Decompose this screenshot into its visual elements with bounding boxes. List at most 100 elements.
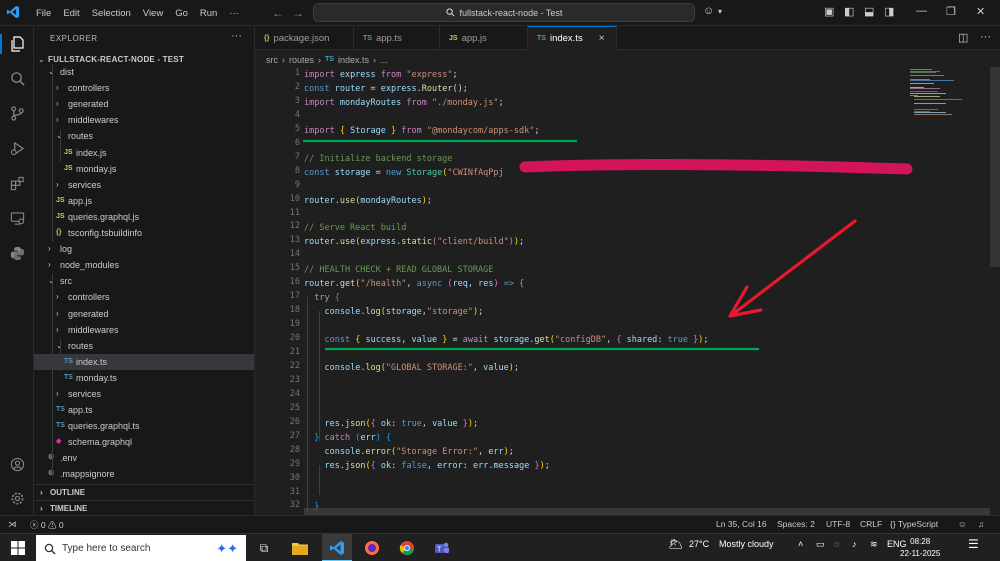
chrome-icon[interactable]	[397, 538, 417, 558]
breadcrumb-src[interactable]: src	[266, 55, 278, 65]
network-icon[interactable]: ◌	[834, 539, 839, 549]
breadcrumb-file[interactable]: index.ts	[338, 55, 369, 65]
tree-item[interactable]: TS monday.ts	[34, 370, 254, 386]
task-view-icon[interactable]: ⧉	[254, 538, 274, 558]
explorer-icon[interactable]	[0, 34, 34, 54]
code-line[interactable]: // Serve React build	[304, 221, 406, 235]
tab-package-json[interactable]: {} package.json	[255, 26, 354, 50]
toggle-panel-icon[interactable]: ⬓	[864, 5, 874, 18]
outline-section[interactable]: › OUTLINE	[34, 484, 254, 500]
tree-item[interactable]: ⌄src	[34, 273, 254, 289]
timeline-section[interactable]: › TIMELINE	[34, 500, 254, 515]
notification-center-icon[interactable]: ☰	[968, 537, 979, 551]
tab-app-ts[interactable]: TS app.ts	[354, 26, 440, 50]
tree-item[interactable]: ⚙.mappsignore	[34, 466, 254, 482]
file-explorer-icon[interactable]	[290, 538, 310, 558]
menu-run[interactable]: Run	[194, 8, 223, 19]
remote-explorer-icon[interactable]	[7, 208, 27, 228]
weather-temperature[interactable]: 27°C	[689, 539, 709, 549]
menu-more[interactable]: ···	[223, 8, 245, 19]
battery-icon[interactable]: ▭	[816, 539, 825, 550]
code-line[interactable]: router.use(mondayRoutes);	[304, 194, 432, 208]
menu-go[interactable]: Go	[169, 8, 194, 19]
minimap[interactable]	[910, 67, 990, 515]
code-line[interactable]: const router = express.Router();	[304, 82, 468, 96]
tree-item[interactable]: › services	[34, 177, 254, 193]
problems-indicator[interactable]: ⓧ 0 ⚠ 0	[30, 519, 64, 531]
split-editor-icon[interactable]: ◫	[958, 31, 968, 44]
vscode-taskbar-icon[interactable]	[327, 538, 347, 558]
tree-item[interactable]: › services	[34, 386, 254, 402]
layout-toggle-icon[interactable]: ▣	[824, 5, 834, 18]
source-control-icon[interactable]	[7, 103, 27, 123]
command-center[interactable]: fullstack-react-node - Test	[313, 3, 695, 22]
code-line[interactable]: router.use(express.static("client/build"…	[304, 235, 524, 249]
indentation[interactable]: Spaces: 2	[777, 519, 815, 529]
code-line[interactable]: console.log("GLOBAL STORAGE:", value);	[304, 361, 519, 375]
windows-start-icon[interactable]	[8, 538, 28, 558]
restore-icon[interactable]: ❐	[946, 5, 956, 18]
volume-icon[interactable]: ♪	[852, 539, 857, 549]
menu-view[interactable]: View	[137, 8, 169, 19]
tree-item[interactable]: › middlewares	[34, 112, 254, 128]
explorer-more-icon[interactable]: ···	[231, 30, 242, 42]
breadcrumb-symbol[interactable]: ...	[380, 55, 388, 65]
tab-app-js[interactable]: JS app.js	[440, 26, 528, 50]
toggle-sidebar-icon[interactable]: ◧	[844, 5, 854, 18]
close-icon[interactable]: ✕	[976, 5, 985, 18]
run-debug-icon[interactable]	[7, 138, 27, 158]
tree-item[interactable]: TS app.ts	[34, 402, 254, 418]
tree-item[interactable]: ⌄routes	[34, 338, 254, 354]
line-ending[interactable]: CRLF	[860, 519, 882, 529]
tree-item[interactable]: JS app.js	[34, 193, 254, 209]
code-line[interactable]: res.json({ ok: false, error: err.message…	[304, 459, 549, 473]
language-mode[interactable]: {} TypeScript	[890, 519, 938, 529]
notifications-bell-icon[interactable]: ♫	[978, 519, 984, 529]
code-line[interactable]: console.error("Storage Error:", err);	[304, 445, 513, 459]
breadcrumb-routes[interactable]: routes	[289, 55, 314, 65]
settings-gear-icon[interactable]	[7, 488, 27, 508]
tree-item[interactable]: {} tsconfig.tsbuildinfo	[34, 225, 254, 241]
taskbar-clock[interactable]: 08:28 22-11-2025	[900, 536, 940, 560]
tree-item[interactable]: › middlewares	[34, 322, 254, 338]
tree-item[interactable]: ◈ schema.graphql	[34, 434, 254, 450]
code-line[interactable]: // HEALTH CHECK + READ GLOBAL STORAGE	[304, 263, 493, 277]
taskbar-search-box[interactable]: Type here to search ✦✦	[36, 535, 246, 561]
tree-item[interactable]: › node_modules	[34, 257, 254, 273]
tree-item[interactable]: JS index.js	[34, 145, 254, 161]
code-line[interactable]: const storage = new Storage("CWINfAqPpj	[304, 166, 504, 180]
tree-item[interactable]: JS monday.js	[34, 161, 254, 177]
code-line[interactable]: res.json({ ok: true, value });	[304, 417, 478, 431]
remote-indicator-icon[interactable]: ⋊	[8, 519, 17, 530]
code-line[interactable]: import mondayRoutes from "./monday.js";	[304, 96, 504, 110]
tree-item[interactable]: ⚙.env	[34, 450, 254, 466]
horizontal-scrollbar[interactable]	[304, 508, 990, 515]
tree-item[interactable]: › log	[34, 241, 254, 257]
code-editor[interactable]: 1 2 3 4 5 6 7 8 9 10 11 12 13 14 15 16 17 18 19 20 21 22 23 24 2…	[255, 67, 1000, 515]
python-icon[interactable]	[7, 243, 27, 263]
tree-item[interactable]: ⌄routes	[34, 128, 254, 144]
wifi-icon[interactable]: ≋	[870, 539, 878, 550]
extensions-icon[interactable]	[7, 173, 27, 193]
code-line[interactable]: import { Storage } from "@mondaycom/apps…	[304, 124, 539, 138]
copilot-dropdown-icon[interactable]: ▾	[718, 7, 722, 16]
cursor-position[interactable]: Ln 35, Col 16	[716, 519, 767, 529]
tree-item[interactable]: TS queries.graphql.ts	[34, 418, 254, 434]
search-view-icon[interactable]	[7, 68, 27, 88]
code-line[interactable]: import express from "express";	[304, 68, 458, 82]
close-tab-icon[interactable]: ×	[599, 33, 605, 44]
vertical-scrollbar-thumb[interactable]	[990, 67, 1000, 267]
code-line[interactable]: const { success, value } = await storage…	[304, 333, 708, 347]
teams-icon[interactable]: T	[432, 538, 452, 558]
code-line[interactable]: console.log(storage,"storage");	[304, 305, 483, 319]
code-line[interactable]: } catch (err) {	[304, 431, 391, 445]
back-arrow-icon[interactable]: ←	[272, 6, 284, 20]
menu-file[interactable]: File	[30, 8, 57, 19]
weather-text[interactable]: Mostly cloudy	[719, 539, 774, 549]
tree-item[interactable]: JS queries.graphql.js	[34, 209, 254, 225]
editor-more-icon[interactable]: ···	[980, 31, 991, 43]
code-line[interactable]: router.get("/health", async (req, res) =…	[304, 277, 524, 291]
tree-item[interactable]: TS index.ts	[34, 353, 254, 370]
encoding[interactable]: UTF-8	[826, 519, 850, 529]
tab-index-ts[interactable]: TS index.ts ×	[528, 26, 617, 50]
